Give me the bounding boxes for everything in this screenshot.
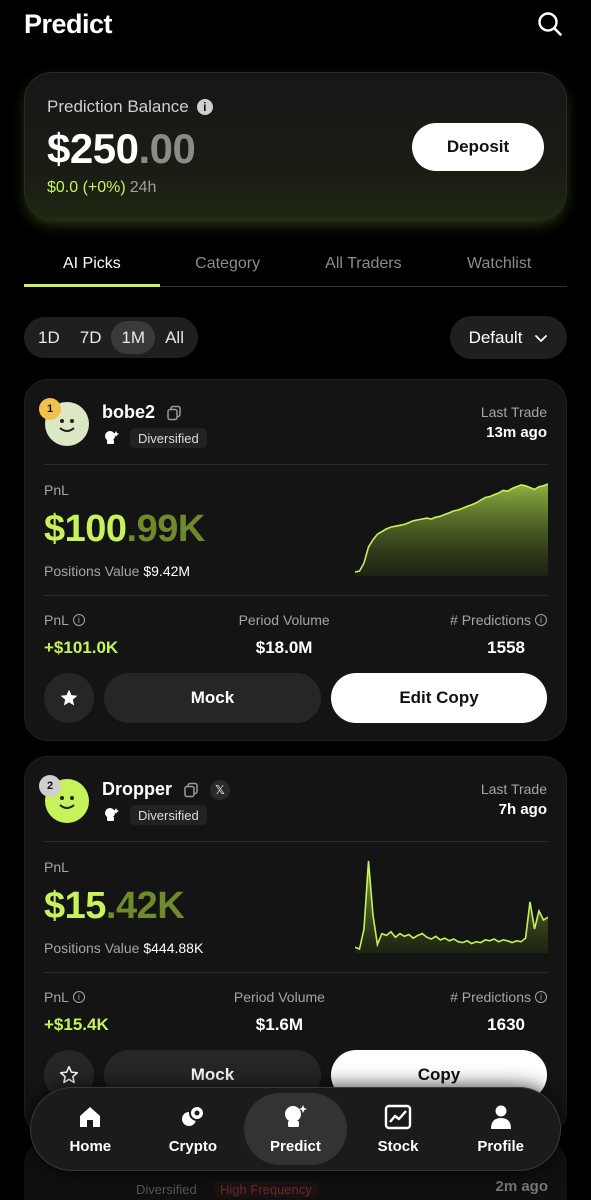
trader-card: 2 Dropper 𝕏 Diversified Last Trade 7h ag…	[24, 756, 567, 1136]
last-trade-label: Last Trade	[480, 781, 547, 797]
sort-label: Default	[468, 327, 523, 347]
star-outline-icon	[59, 1065, 79, 1084]
strategy-icon	[102, 429, 120, 447]
actions-row: Mock Edit Copy	[44, 673, 547, 723]
info-icon[interactable]: i	[72, 614, 85, 626]
last-trade-value: 13m ago	[486, 424, 547, 441]
info-icon[interactable]: i	[196, 99, 213, 115]
nav-label: Stock	[377, 1137, 419, 1155]
info-icon[interactable]: i	[535, 991, 547, 1003]
last-trade-value: 2m ago	[495, 1178, 548, 1195]
period-volume-value: $1.6M	[255, 1015, 304, 1034]
deposit-button[interactable]: Deposit	[412, 123, 544, 171]
info-icon[interactable]: i	[72, 991, 85, 1003]
stats-row: PnL i +$101.0K Period Volume $18.0M # Pre…	[44, 612, 547, 658]
pnl-value: $100.99K	[44, 508, 205, 550]
balance-change: $0.0 (+0%) 24h	[47, 179, 157, 196]
range-all[interactable]: All	[155, 321, 194, 354]
tab-watchlist[interactable]: Watchlist	[431, 240, 567, 286]
chevron-down-icon	[535, 334, 548, 342]
rank-badge: 1	[39, 398, 61, 420]
divider	[44, 595, 547, 596]
page-title: Predict	[24, 8, 113, 39]
range-1m[interactable]: 1M	[111, 321, 156, 354]
pnl-label: PnL	[44, 482, 69, 498]
x-social-icon[interactable]: 𝕏	[210, 779, 231, 800]
balance-label: Prediction Balance	[47, 97, 189, 116]
star-icon	[60, 689, 78, 706]
nav-predict[interactable]: Predict	[244, 1093, 347, 1165]
pnl-sparkline	[355, 483, 548, 576]
strategy-icon	[102, 806, 120, 824]
trader-name: Dropper	[102, 779, 173, 799]
copy-icon[interactable]	[182, 781, 200, 799]
positions-value: Positions Value $444.88K	[44, 940, 204, 956]
last-trade-label: Last Trade	[480, 404, 547, 420]
pnl-sparkline	[355, 860, 548, 953]
strategy-tag: Diversified	[130, 428, 207, 448]
profile-icon	[490, 1105, 511, 1129]
range-1d[interactable]: 1D	[28, 321, 70, 354]
stat-pnl-label: PnL	[44, 612, 69, 628]
stats-row: PnL i +$15.4K Period Volume $1.6M # Predi…	[44, 989, 547, 1035]
copy-icon[interactable]	[165, 404, 183, 422]
edit-copy-button[interactable]: Edit Copy	[331, 673, 547, 723]
predictions-label: # Predictions	[450, 989, 531, 1005]
sort-dropdown[interactable]: Default	[450, 316, 567, 359]
nav-label: Profile	[477, 1137, 525, 1155]
tab-all-traders[interactable]: All Traders	[296, 240, 432, 286]
period-volume-label: Period Volume	[238, 612, 330, 628]
range-7d[interactable]: 7D	[70, 321, 112, 354]
prediction-balance-card: Prediction Balance i $250.00 $0.0 (+0%) 2…	[24, 72, 567, 220]
tab-bar: AI Picks Category All Traders Watchlist	[24, 240, 567, 287]
search-icon[interactable]	[533, 7, 567, 41]
mock-button[interactable]: Mock	[104, 673, 321, 723]
star-button[interactable]	[44, 673, 94, 723]
frequency-badge: High Frequency	[214, 1182, 318, 1197]
balance-amount: $250.00	[47, 125, 196, 172]
home-icon	[80, 1106, 101, 1127]
time-range-selector: 1D 7D 1M All	[24, 317, 198, 358]
strategy-tag: Diversified	[130, 805, 207, 825]
crypto-icon	[181, 1104, 205, 1126]
nav-stock[interactable]: Stock	[347, 1093, 450, 1165]
period-volume-value: $18.0M	[255, 638, 313, 657]
stat-pnl-value: +$15.4K	[44, 1015, 109, 1034]
stock-chart-icon	[384, 1104, 412, 1129]
trader-name: bobe2	[102, 402, 156, 422]
tab-category[interactable]: Category	[160, 240, 296, 286]
positions-value: Positions Value $9.42M	[44, 563, 191, 579]
rank-badge: 2	[39, 775, 61, 797]
predictions-label: # Predictions	[450, 612, 531, 628]
tab-ai-picks[interactable]: AI Picks	[24, 240, 160, 287]
nav-label: Home	[69, 1137, 112, 1155]
nav-crypto[interactable]: Crypto	[142, 1093, 245, 1165]
bottom-nav: Home Crypto Predict Stock Profile	[30, 1087, 561, 1171]
trader-card: 1 bobe2 Diversified Last Trade 13m ago P…	[24, 379, 567, 741]
strategy-tag: Diversified	[136, 1182, 197, 1197]
predictions-value: 1558	[487, 638, 525, 657]
nav-label: Crypto	[168, 1137, 218, 1155]
divider	[44, 464, 547, 465]
pnl-label: PnL	[44, 859, 69, 875]
last-trade-value: 7h ago	[498, 801, 547, 818]
info-icon[interactable]: i	[534, 614, 547, 626]
pnl-value: $15.42K	[44, 885, 185, 927]
divider	[44, 841, 547, 842]
nav-label: Predict	[270, 1137, 321, 1155]
period-volume-label: Period Volume	[233, 989, 325, 1005]
nav-profile[interactable]: Profile	[449, 1093, 552, 1165]
stat-pnl-label: PnL	[44, 989, 69, 1005]
header: Predict	[24, 6, 567, 42]
predictions-value: 1630	[487, 1015, 525, 1034]
predict-icon	[285, 1104, 308, 1127]
nav-home[interactable]: Home	[39, 1093, 142, 1165]
stat-pnl-value: +$101.0K	[44, 638, 119, 657]
divider	[44, 972, 547, 973]
